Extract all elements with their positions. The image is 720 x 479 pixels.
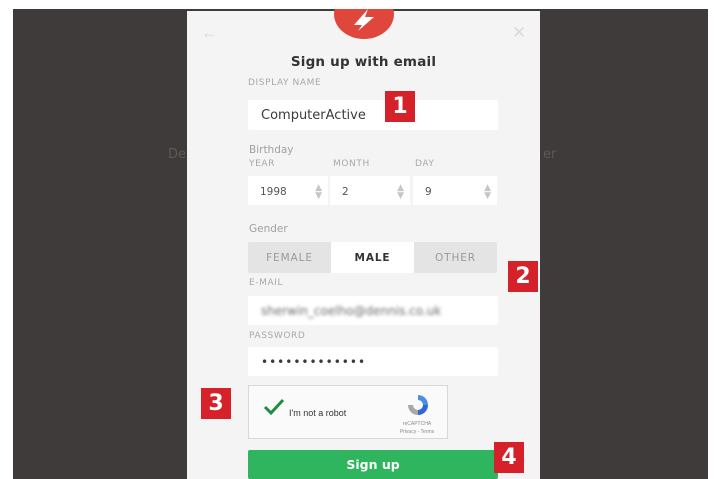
day-label: DAY (415, 159, 435, 169)
recaptcha-label: I'm not a robot (289, 408, 347, 418)
stepper-arrows-icon[interactable]: ▲ ▼ (397, 184, 404, 201)
signup-modal: ← ✕ Sign up with email DISPLAY NAME Comp… (187, 9, 540, 479)
gender-option-other[interactable]: OTHER (414, 242, 497, 273)
year-label: YEAR (249, 159, 275, 169)
app-backdrop: De er ← ✕ Sign up with email DISPLAY NAM… (13, 9, 708, 479)
stepper-arrows-icon[interactable]: ▲ ▼ (315, 184, 322, 201)
display-name-field[interactable]: ComputerActive (248, 100, 498, 130)
app-logo (334, 9, 394, 39)
page-title: Sign up with email (290, 54, 437, 70)
gender-label: Gender (249, 223, 288, 235)
annotation-badge-4: 4 (494, 442, 524, 473)
year-value: 1998 (260, 186, 287, 198)
password-field[interactable]: ••••••••••••• (248, 347, 498, 376)
month-stepper[interactable]: 2 ▲ ▼ (330, 176, 410, 205)
display-name-label: DISPLAY NAME (248, 78, 322, 88)
day-value: 9 (425, 186, 432, 198)
recaptcha-logo-icon (408, 395, 428, 415)
recaptcha-brand: reCAPTCHA Privacy - Terms (397, 420, 437, 436)
month-label: MONTH (333, 159, 370, 169)
recaptcha-links[interactable]: Privacy - Terms (400, 429, 434, 435)
annotation-badge-2: 2 (508, 261, 538, 292)
stepper-arrows-icon[interactable]: ▲ ▼ (484, 184, 491, 201)
background-text-left: De (168, 147, 187, 162)
email-field[interactable]: sherwin_coelho@dennis.co.uk (248, 296, 498, 325)
password-value: ••••••••••••• (261, 354, 367, 369)
email-value: sherwin_coelho@dennis.co.uk (261, 303, 442, 318)
annotation-badge-3: 3 (201, 388, 231, 419)
birthday-label: Birthday (249, 144, 294, 156)
email-label: E-MAIL (249, 278, 284, 288)
back-arrow-icon[interactable]: ← (201, 23, 218, 43)
month-value: 2 (342, 186, 349, 198)
close-icon[interactable]: ✕ (512, 23, 526, 43)
background-text-right: er (543, 147, 557, 162)
gender-option-male[interactable]: MALE (331, 242, 414, 273)
recaptcha-widget: I'm not a robot reCAPTCHA Privacy - Term… (248, 385, 448, 439)
annotation-badge-1: 1 (385, 91, 415, 122)
gender-selector: FEMALE MALE OTHER (248, 242, 497, 273)
checkmark-icon[interactable] (263, 398, 285, 416)
display-name-value: ComputerActive (261, 107, 366, 123)
signup-button[interactable]: Sign up (248, 450, 498, 479)
gender-option-female[interactable]: FEMALE (248, 242, 331, 273)
day-stepper[interactable]: 9 ▲ ▼ (413, 176, 497, 205)
recaptcha-brand-text: reCAPTCHA (402, 421, 432, 427)
password-label: PASSWORD (249, 331, 306, 341)
bolt-icon (354, 9, 374, 31)
year-stepper[interactable]: 1998 ▲ ▼ (248, 176, 328, 205)
